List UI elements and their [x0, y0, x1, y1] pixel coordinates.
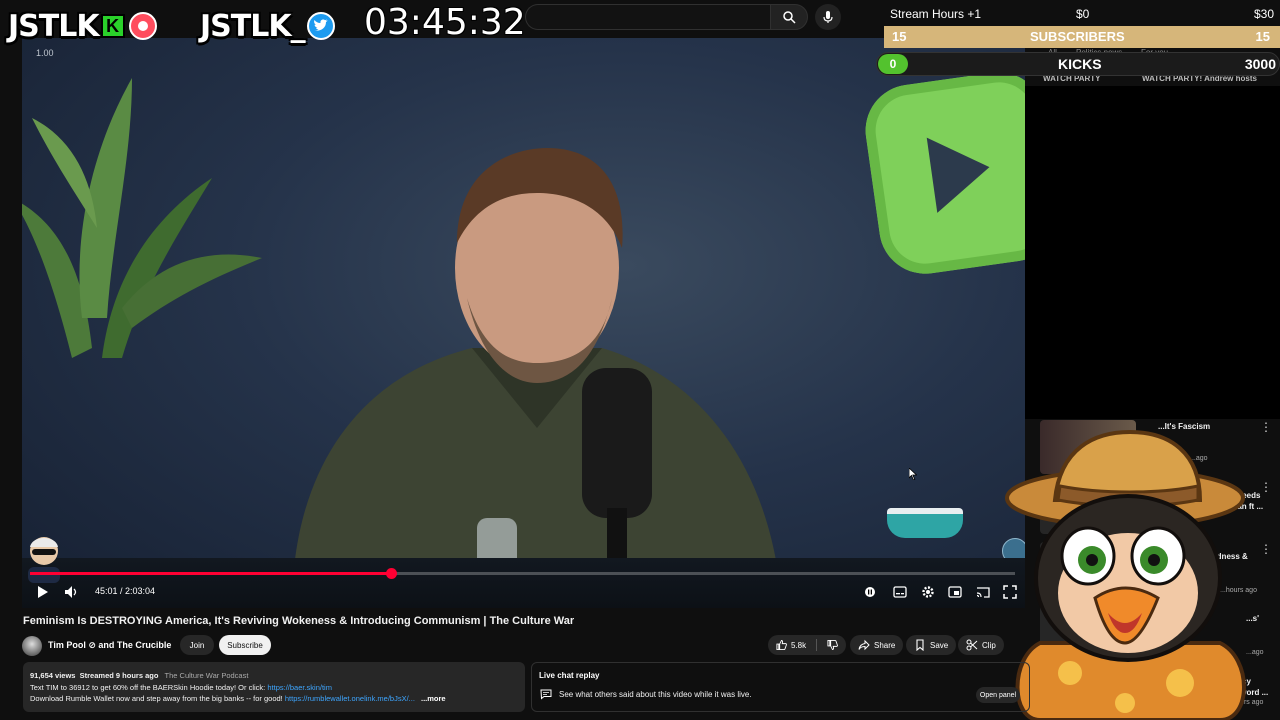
goal-stream-hours: Stream Hours +1 $0 $30 — [884, 2, 1280, 26]
volume-button[interactable] — [62, 583, 80, 601]
bookmark-icon — [916, 639, 924, 651]
description-line: Download Rumble Wallet now and step away… — [30, 694, 446, 703]
stream-clock: 03:45:32 — [364, 2, 526, 43]
mouse-cursor-icon — [909, 468, 917, 480]
cast-button[interactable] — [975, 583, 991, 601]
live-chat-subtitle: See what others said about this video wh… — [559, 690, 752, 699]
show-more-button[interactable]: ...more — [421, 694, 446, 703]
goal-current: 15 — [892, 29, 907, 44]
description-link[interactable]: https://baer.skin/tim — [267, 683, 332, 692]
description-text: Download Rumble Wallet now and step away… — [30, 694, 285, 703]
description-line: Text TIM to 36912 to get 60% off the BAE… — [30, 683, 332, 692]
goal-current: 0 — [878, 54, 908, 74]
cup — [887, 508, 963, 538]
twitter-icon — [306, 12, 335, 40]
like-button[interactable]: 5.8k — [768, 635, 846, 655]
scissors-icon — [966, 639, 978, 651]
video-title: Feminism Is DESTROYING America, It's Rev… — [23, 615, 575, 627]
time-display: 45:01 / 2:03:04 — [95, 586, 156, 596]
description-text: Text TIM to 36912 to get 60% off the BAE… — [30, 683, 268, 692]
search-button[interactable] — [770, 4, 808, 30]
goal-label: SUBSCRIBERS — [1030, 29, 1125, 44]
search-icon — [783, 11, 796, 24]
description-link[interactable]: https://rumblewallet.onelink.me/bJsX/... — [285, 694, 415, 703]
share-icon — [858, 639, 870, 651]
subscribe-button[interactable]: Subscribe — [219, 635, 271, 655]
video-player[interactable]: 1.00 — [22, 38, 1025, 608]
description-stats: 91,654 views Streamed 9 hours ago The Cu… — [30, 671, 248, 680]
brand-kick: JSTLK K — [8, 6, 157, 46]
play-button[interactable] — [33, 583, 51, 601]
subtitles-button[interactable] — [892, 583, 908, 601]
share-label: Share — [874, 640, 896, 650]
channel-tag[interactable]: The Culture War Podcast — [165, 671, 249, 680]
live-chat-replay: Live chat replay See what others said ab… — [531, 662, 1030, 712]
playback-speed: 1.00 — [36, 48, 54, 58]
goal-label: Stream Hours +1 — [890, 7, 982, 21]
goal-current: $0 — [1076, 7, 1090, 21]
stream-goals: Stream Hours +1 $0 $30 15 SUBSCRIBERS 15 — [884, 0, 1280, 50]
open-panel-button[interactable]: Open panel — [976, 687, 1020, 703]
search-bar — [525, 4, 880, 32]
save-button[interactable]: Save — [906, 635, 957, 655]
save-label: Save — [930, 640, 949, 650]
share-button[interactable]: Share — [850, 635, 904, 655]
channel-avatar[interactable] — [22, 636, 42, 656]
autoplay-icon — [865, 587, 875, 597]
brand-text: JSTLK_ — [200, 8, 306, 44]
thumbs-down-icon[interactable] — [827, 639, 838, 651]
rumble-logo — [859, 66, 1025, 280]
like-count: 5.8k — [790, 640, 807, 650]
settings-button[interactable] — [920, 583, 936, 601]
streamed-date: Streamed 9 hours ago — [79, 671, 159, 680]
miniplayer-button[interactable] — [947, 583, 963, 601]
kick-icon: K — [100, 14, 125, 38]
search-input[interactable] — [525, 4, 770, 30]
goal-label: KICKS — [1058, 56, 1102, 72]
bird-mascot — [1005, 429, 1246, 720]
mic-icon — [823, 11, 833, 23]
chat-icon — [540, 689, 552, 700]
live-chat-title: Live chat replay — [539, 671, 600, 680]
miniplayer-icon — [948, 586, 962, 598]
goal-subscribers: 15 SUBSCRIBERS 15 — [884, 26, 1280, 48]
host-person — [292, 148, 782, 608]
gear-icon — [922, 586, 934, 598]
voice-search-button[interactable] — [815, 4, 841, 30]
goal-kicks: 0 KICKS 3000 — [876, 50, 1280, 78]
record-icon — [128, 12, 157, 40]
thumbs-up-icon — [776, 639, 787, 651]
scrubber-handle[interactable] — [385, 568, 397, 579]
play-icon — [38, 586, 48, 598]
join-button[interactable]: Join — [180, 635, 214, 655]
view-count: 91,654 views — [30, 671, 76, 680]
goal-target: 3000 — [1244, 56, 1276, 72]
cast-icon — [976, 587, 990, 598]
clip-label: Clip — [982, 640, 996, 650]
goal-target: 15 — [1255, 29, 1270, 44]
like-divider — [816, 639, 818, 651]
clip-button[interactable]: Clip — [958, 635, 1004, 655]
brand-text: JSTLK — [8, 8, 100, 44]
goal-target: $30 — [1253, 7, 1274, 21]
volume-icon — [65, 586, 77, 598]
channel-name[interactable]: Tim Pool ⊘ and The Crucible — [48, 640, 171, 651]
progress-bar[interactable] — [30, 568, 1015, 579]
autoplay-toggle[interactable] — [862, 583, 878, 601]
subtitles-icon — [893, 586, 907, 598]
chat-overlay-area — [1025, 86, 1280, 419]
progress-played — [30, 572, 391, 575]
screen: 1.00 45:01 / 2:03:04 JSTLK K JSTLK_ 03:4… — [0, 0, 1280, 720]
mini-avatar-icon — [28, 537, 60, 583]
description-box[interactable]: 91,654 views Streamed 9 hours ago The Cu… — [23, 662, 525, 712]
plant-decoration — [22, 78, 262, 358]
brand-twitter: JSTLK_ — [200, 6, 335, 46]
